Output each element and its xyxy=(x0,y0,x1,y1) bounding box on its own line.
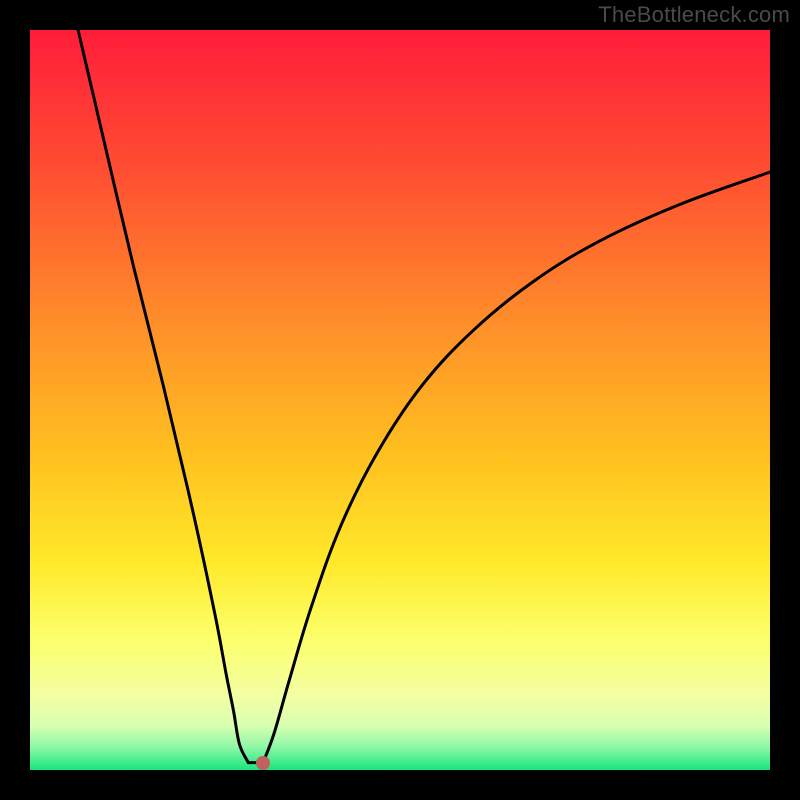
plot-area xyxy=(30,30,770,770)
curve-left-branch xyxy=(78,30,248,763)
curve-right-branch xyxy=(263,172,770,763)
chart-frame: TheBottleneck.com xyxy=(0,0,800,800)
bottleneck-curve xyxy=(30,30,770,770)
watermark-text: TheBottleneck.com xyxy=(598,2,790,28)
minimum-marker xyxy=(256,756,270,770)
